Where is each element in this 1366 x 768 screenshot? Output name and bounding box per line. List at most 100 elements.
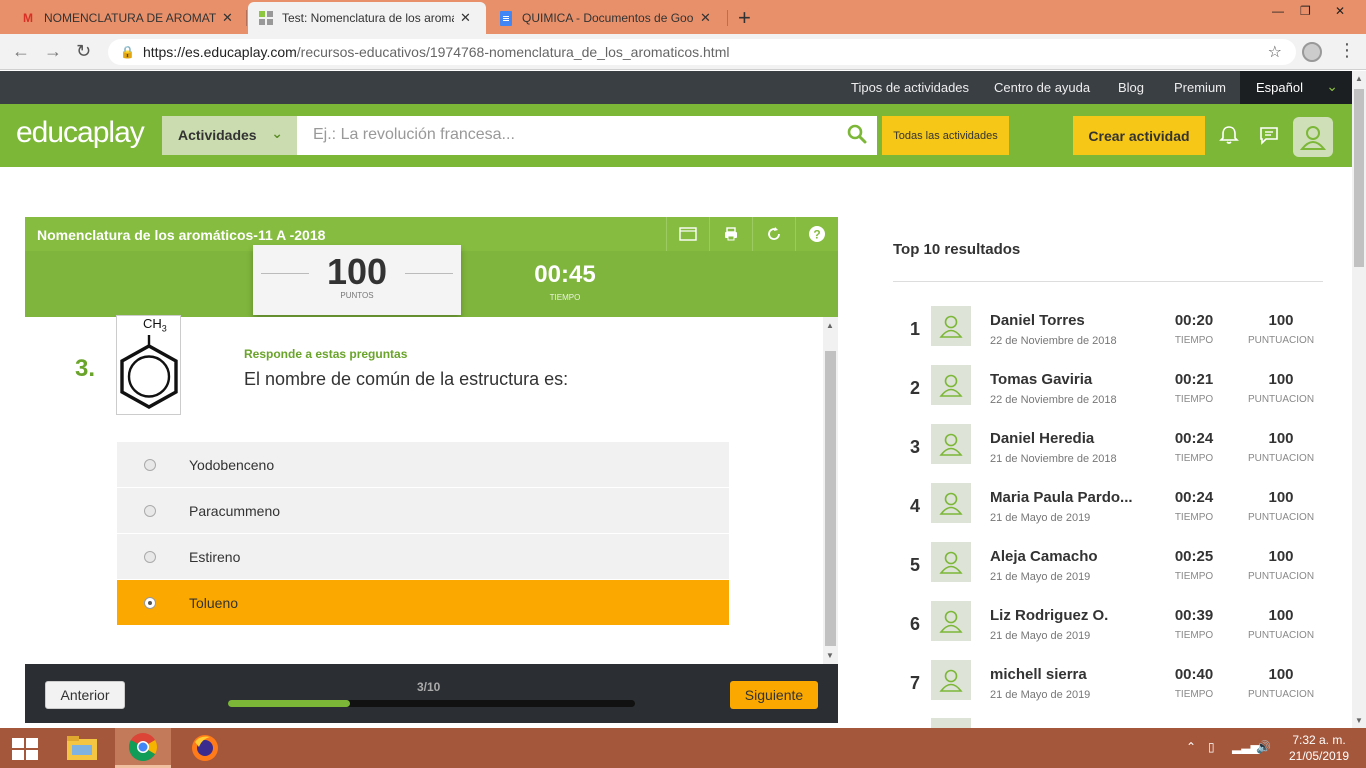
- nav-link-premium[interactable]: Premium: [1174, 80, 1226, 95]
- folder-icon: [67, 736, 97, 760]
- user-icon: [939, 610, 963, 633]
- language-selector[interactable]: Español ⌄: [1240, 71, 1352, 104]
- scroll-down-icon[interactable]: ▼: [826, 651, 834, 660]
- question-hint: Responde a estas preguntas: [244, 347, 408, 361]
- page-scrollbar[interactable]: ▲ ▼: [1352, 71, 1366, 728]
- answer-option-selected[interactable]: Tolueno: [117, 580, 729, 626]
- bell-icon[interactable]: [1218, 124, 1240, 146]
- search-icon[interactable]: [847, 124, 867, 144]
- nav-link-blog[interactable]: Blog: [1118, 80, 1144, 95]
- user-icon: [939, 669, 963, 692]
- browser-menu-icon[interactable]: ⋮: [1338, 40, 1356, 61]
- rank-number: 7: [910, 673, 921, 693]
- close-tab-icon[interactable]: ✕: [460, 10, 471, 26]
- nav-link-ayuda[interactable]: Centro de ayuda: [994, 80, 1090, 95]
- answer-option[interactable]: Estireno: [117, 534, 729, 580]
- points-label: PUNTUACION: [1247, 512, 1315, 523]
- system-clock[interactable]: 7:32 a. m. 21/05/2019: [1284, 732, 1354, 764]
- forward-icon[interactable]: →: [44, 41, 62, 62]
- points-label: PUNTUACION: [1247, 571, 1315, 582]
- restore-icon[interactable]: ❐: [1300, 4, 1311, 18]
- search-input[interactable]: [297, 116, 827, 153]
- score-label: PUNTOS: [340, 291, 374, 300]
- radio-button[interactable]: [144, 504, 156, 517]
- chrome-taskbar-button[interactable]: [115, 728, 171, 768]
- player-date: 22 de Noviembre de 2018: [990, 335, 1117, 347]
- help-button[interactable]: ?: [795, 217, 838, 251]
- scroll-up-icon[interactable]: ▲: [1355, 74, 1363, 83]
- browser-toolbar: ← → ↻ 🔒 https://es.educaplay.com /recurs…: [0, 34, 1366, 70]
- tab-title: Test: Nomenclatura de los aromá: [282, 11, 454, 25]
- progress-bar: [228, 700, 635, 707]
- address-bar[interactable]: 🔒 https://es.educaplay.com /recursos-edu…: [108, 39, 1296, 65]
- previous-button[interactable]: Anterior: [45, 681, 125, 709]
- browser-tab-educaplay[interactable]: Test: Nomenclatura de los aromá ✕: [248, 2, 486, 34]
- question-number: 3.: [75, 355, 96, 382]
- minimize-icon[interactable]: —: [1272, 4, 1284, 18]
- player-name: michell sierra: [990, 666, 1087, 683]
- file-explorer-button[interactable]: [54, 728, 110, 768]
- new-tab-icon[interactable]: +: [738, 5, 751, 31]
- activities-dropdown[interactable]: Actividades ⌄: [162, 116, 297, 155]
- fullscreen-button[interactable]: [666, 217, 709, 251]
- close-tab-icon[interactable]: ✕: [222, 10, 233, 26]
- educaplay-logo[interactable]: educaplay: [16, 116, 145, 150]
- user-avatar-button[interactable]: [1293, 117, 1333, 157]
- browser-tab-docs[interactable]: QUIMICA - Documentos de Goo ✕: [488, 2, 726, 34]
- next-button[interactable]: Siguiente: [730, 681, 818, 709]
- back-icon[interactable]: ←: [12, 41, 30, 62]
- firefox-taskbar-button[interactable]: [177, 728, 233, 768]
- user-icon: [1299, 126, 1327, 150]
- time-label: TIEMPO: [1174, 335, 1214, 346]
- close-tab-icon[interactable]: ✕: [700, 10, 711, 26]
- create-activity-button[interactable]: Crear actividad: [1073, 116, 1205, 155]
- chat-icon[interactable]: [1258, 124, 1280, 146]
- print-button[interactable]: [709, 217, 752, 251]
- radio-button-checked[interactable]: [144, 596, 156, 609]
- answer-options: Yodobenceno Paracummeno Estireno Tolueno: [117, 442, 729, 626]
- question-scrollbar[interactable]: ▲ ▼: [823, 317, 838, 664]
- time-label: TIEMPO: [1174, 394, 1214, 405]
- player-points: 100: [1268, 430, 1294, 447]
- radio-button[interactable]: [144, 550, 156, 563]
- player-time: 00:21: [1174, 371, 1214, 388]
- player-points: 100: [1268, 312, 1294, 329]
- scrollbar-thumb[interactable]: [1354, 89, 1364, 267]
- volume-icon[interactable]: 🔊: [1256, 740, 1271, 754]
- points-label: PUNTUACION: [1247, 335, 1315, 346]
- answer-label: Tolueno: [189, 594, 239, 611]
- nav-link-tipos[interactable]: Tipos de actividades: [851, 80, 969, 95]
- answer-option[interactable]: Yodobenceno: [117, 442, 729, 488]
- reload-icon[interactable]: ↻: [76, 41, 91, 62]
- quiz-footer: Anterior 3/10 Siguiente: [25, 664, 838, 723]
- close-window-icon[interactable]: ✕: [1335, 4, 1345, 18]
- leaderboard-row: 1 Daniel Torres 22 de Noviembre de 2018 00:…: [893, 306, 1333, 365]
- player-name: Aleja Camacho: [990, 548, 1098, 565]
- bookmark-star-icon[interactable]: ☆: [1268, 42, 1282, 62]
- all-activities-button[interactable]: Todas las actividades: [882, 116, 1009, 155]
- windows-start-icon[interactable]: [12, 738, 38, 760]
- radio-button[interactable]: [144, 458, 156, 471]
- player-name: Daniel Heredia: [990, 430, 1095, 447]
- chevron-down-icon: ⌄: [1326, 78, 1338, 94]
- restart-button[interactable]: [752, 217, 795, 251]
- extension-icon[interactable]: [1302, 42, 1322, 62]
- avatar: [931, 660, 971, 700]
- browser-tab-gmail[interactable]: M NOMENCLATURA DE AROMATIC ✕: [10, 2, 246, 34]
- scroll-down-icon[interactable]: ▼: [1355, 716, 1363, 725]
- tray-expand-icon[interactable]: ⌃: [1186, 740, 1196, 754]
- player-points: 100: [1268, 666, 1294, 683]
- answer-option[interactable]: Paracummeno: [117, 488, 729, 534]
- quiz-panel: Nomenclatura de los aromáticos-11 A -201…: [25, 217, 838, 723]
- battery-icon[interactable]: ▯: [1208, 740, 1215, 754]
- tab-title: QUIMICA - Documentos de Goo: [522, 11, 694, 25]
- player-time: 00:25: [1174, 548, 1214, 565]
- time-label: TIEMPO: [1174, 512, 1214, 523]
- rank-number: 5: [910, 555, 921, 575]
- scrollbar-thumb[interactable]: [825, 351, 836, 646]
- scroll-up-icon[interactable]: ▲: [826, 321, 834, 330]
- educaplay-icon: [258, 10, 274, 26]
- lock-icon: 🔒: [120, 45, 135, 59]
- time-label: TIEMPO: [1174, 689, 1214, 700]
- site-header: educaplay Actividades ⌄ Todas las activi…: [0, 104, 1352, 167]
